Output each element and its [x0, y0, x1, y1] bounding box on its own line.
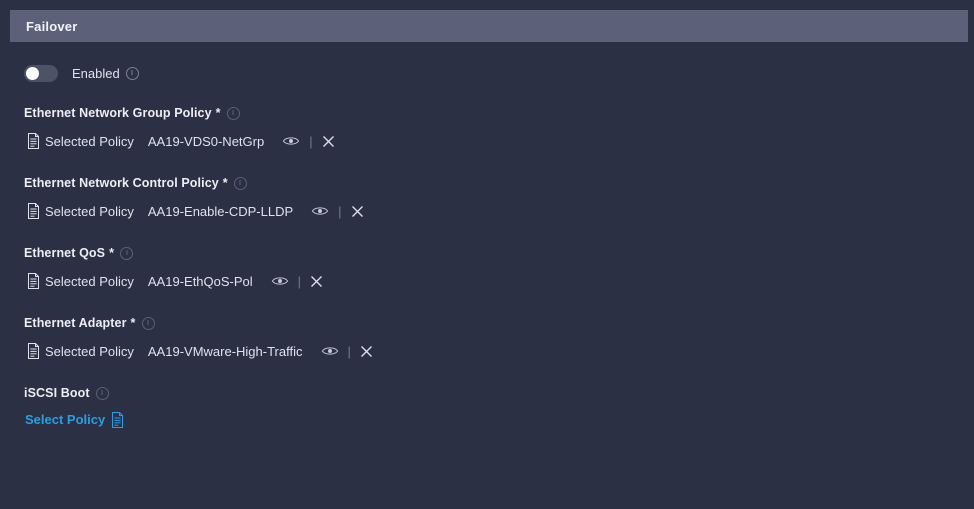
- selected-policy-tag: Selected Policy: [45, 343, 134, 359]
- selected-policy-row: Selected Policy AA19-EthQoS-Pol |: [24, 271, 974, 291]
- selected-policy-tag: Selected Policy: [45, 273, 134, 289]
- field-label-text: Ethernet Network Control Policy: [24, 176, 219, 190]
- field-ethernet-qos: Ethernet QoS * Selected Policy AA19-EthQ…: [24, 246, 974, 291]
- info-icon[interactable]: [141, 316, 155, 330]
- field-ethernet-network-control-policy: Ethernet Network Control Policy * Select…: [24, 176, 974, 221]
- field-label-text: iSCSI Boot: [24, 386, 90, 400]
- policy-document-icon: [28, 203, 39, 219]
- required-asterisk: *: [215, 106, 221, 120]
- info-icon[interactable]: [226, 106, 240, 120]
- eye-icon[interactable]: [311, 204, 329, 218]
- policy-document-icon: [28, 343, 39, 359]
- policy-document-icon: [112, 411, 124, 428]
- eye-icon[interactable]: [282, 134, 300, 148]
- field-label-text: Ethernet QoS: [24, 246, 106, 260]
- enabled-toggle-label: Enabled: [72, 65, 120, 81]
- policy-document-icon: [28, 273, 39, 289]
- enabled-toggle-row: Enabled: [24, 62, 974, 84]
- action-separator: |: [297, 273, 302, 289]
- select-policy-button[interactable]: Select Policy: [24, 411, 124, 428]
- info-icon[interactable]: [120, 246, 134, 260]
- field-label: Ethernet Adapter *: [24, 316, 974, 330]
- selected-policy-row: Selected Policy AA19-Enable-CDP-LLDP |: [24, 201, 974, 221]
- enabled-toggle[interactable]: [24, 64, 58, 82]
- required-asterisk: *: [109, 246, 115, 260]
- selected-policy-row: Selected Policy AA19-VDS0-NetGrp |: [24, 131, 974, 151]
- info-icon[interactable]: [233, 176, 247, 190]
- select-policy-label: Select Policy: [25, 412, 106, 427]
- row-actions: |: [282, 134, 334, 148]
- field-label: Ethernet QoS *: [24, 246, 974, 260]
- eye-icon[interactable]: [321, 344, 339, 358]
- section-header: Failover: [10, 10, 968, 42]
- selected-policy-tag: Selected Policy: [45, 203, 134, 219]
- selected-policy-row: Selected Policy AA19-VMware-High-Traffic…: [24, 341, 974, 361]
- action-separator: |: [347, 343, 351, 359]
- action-separator: |: [338, 203, 342, 219]
- info-icon[interactable]: [125, 66, 139, 80]
- close-icon[interactable]: [310, 275, 323, 288]
- row-actions: |: [271, 274, 323, 288]
- toggle-knob: [26, 66, 39, 80]
- action-separator: |: [309, 133, 313, 149]
- field-label: Ethernet Network Control Policy *: [24, 176, 974, 190]
- field-label-text: Ethernet Adapter: [24, 316, 127, 330]
- info-icon[interactable]: [95, 386, 109, 400]
- failover-panel-body: Enabled Ethernet Network Group Policy * …: [0, 42, 974, 509]
- required-asterisk: *: [222, 176, 228, 190]
- close-icon[interactable]: [351, 205, 364, 218]
- close-icon[interactable]: [360, 345, 373, 358]
- page-title: Failover: [26, 18, 78, 34]
- selected-policy-value: AA19-VDS0-NetGrp: [147, 133, 265, 149]
- selected-policy-tag: Selected Policy: [45, 133, 134, 149]
- selected-policy-value: AA19-Enable-CDP-LLDP: [147, 203, 294, 219]
- eye-icon[interactable]: [271, 274, 289, 288]
- field-iscsi-boot: iSCSI Boot Select Policy: [24, 386, 974, 429]
- row-actions: |: [321, 344, 373, 358]
- field-label-text: Ethernet Network Group Policy: [24, 106, 212, 120]
- field-label: Ethernet Network Group Policy *: [24, 106, 974, 120]
- row-actions: |: [311, 204, 363, 218]
- field-label: iSCSI Boot: [24, 386, 974, 400]
- selected-policy-value: AA19-VMware-High-Traffic: [147, 343, 303, 359]
- policy-document-icon: [28, 133, 39, 149]
- field-ethernet-adapter: Ethernet Adapter * Selected Policy AA19-…: [24, 316, 974, 361]
- field-ethernet-network-group-policy: Ethernet Network Group Policy * Selected…: [24, 106, 974, 151]
- selected-policy-value: AA19-EthQoS-Pol: [147, 273, 253, 289]
- required-asterisk: *: [130, 316, 136, 330]
- close-icon[interactable]: [322, 135, 335, 148]
